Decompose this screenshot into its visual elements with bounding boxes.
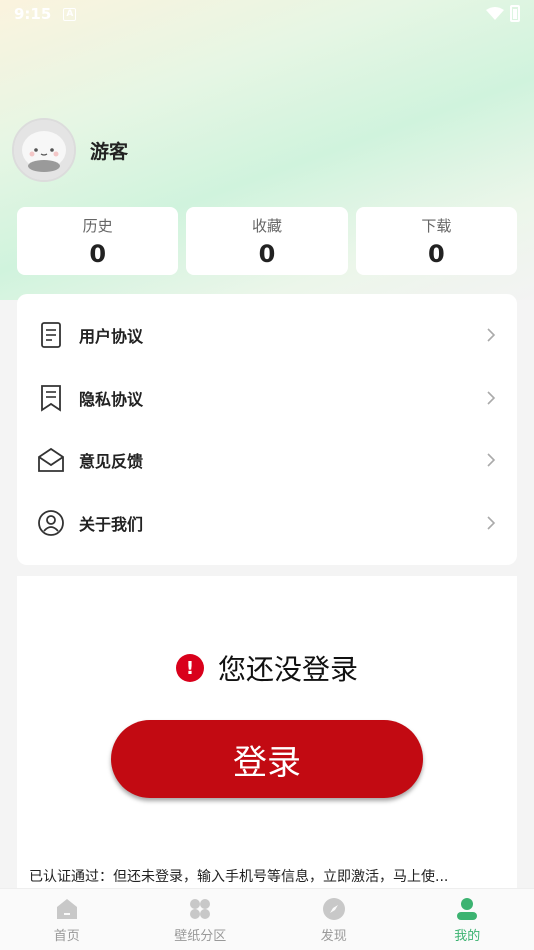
tab-label: 我的 (454, 928, 481, 944)
stat-favorites[interactable]: 收藏 0 (186, 207, 348, 275)
menu-label: 意见反馈 (79, 452, 144, 472)
status-bar: 9:15 A (0, 0, 534, 28)
tab-home[interactable]: 首页 (0, 889, 134, 950)
login-notice: 已认证通过：但还未登录，输入手机号等信息，立即激活，马上使... (29, 869, 449, 885)
menu-card: 用户协议 隐私协议 意见反馈 关于我们 (17, 294, 517, 565)
status-icons (486, 5, 520, 22)
tab-wallpaper-categories[interactable]: 壁纸分区 (134, 889, 268, 950)
login-message: ! 您还没登录 (17, 648, 517, 688)
notification-icon: A (63, 7, 77, 21)
menu-item-privacy-agreement[interactable]: 隐私协议 (17, 367, 517, 430)
user-icon (454, 896, 480, 922)
login-button[interactable]: 登录 (111, 720, 423, 798)
chevron-right-icon (487, 391, 496, 405)
tab-label: 发现 (320, 928, 347, 944)
document-icon (37, 321, 65, 349)
stat-label: 历史 (82, 216, 113, 235)
menu-item-about-us[interactable]: 关于我们 (17, 492, 517, 555)
app-root: 9:15 A 游客 历史 0 收藏 0 下载 0 用户协议 隐私协议 意见反馈 … (0, 0, 534, 950)
avatar-mascot-icon (14, 120, 74, 180)
stat-label: 下载 (421, 216, 452, 235)
stats-row: 历史 0 收藏 0 下载 0 (17, 207, 517, 275)
bottom-tab-bar: 首页 壁纸分区 发现 我的 (0, 888, 534, 950)
chevron-right-icon (487, 328, 496, 342)
menu-label: 用户协议 (79, 327, 144, 347)
chevron-right-icon (487, 453, 496, 467)
stat-value: 0 (258, 239, 276, 268)
stat-value: 0 (89, 239, 107, 268)
stat-downloads[interactable]: 下载 0 (355, 207, 517, 275)
person-circle-icon (37, 509, 65, 537)
login-message-text: 您还没登录 (217, 653, 358, 686)
username[interactable]: 游客 (90, 137, 128, 164)
bookmark-document-icon (37, 384, 65, 412)
tab-label: 壁纸分区 (174, 928, 227, 944)
stat-label: 收藏 (251, 216, 282, 235)
battery-icon (510, 5, 520, 22)
tab-discover[interactable]: 发现 (267, 889, 401, 950)
stat-value: 0 (427, 239, 445, 268)
mail-icon (37, 446, 65, 474)
login-card: ! 您还没登录 登录 已认证通过：但还未登录，输入手机号等信息，立即激活，马上使… (17, 576, 517, 896)
tab-label: 首页 (53, 928, 80, 944)
wifi-icon (486, 6, 504, 20)
home-icon (54, 896, 80, 922)
menu-label: 隐私协议 (79, 389, 144, 409)
status-time: 9:15 (14, 5, 52, 23)
chevron-right-icon (487, 516, 496, 530)
compass-icon (321, 896, 347, 922)
avatar[interactable] (12, 118, 76, 182)
menu-item-feedback[interactable]: 意见反馈 (17, 429, 517, 492)
stat-history[interactable]: 历史 0 (17, 207, 179, 275)
profile-header[interactable]: 游客 (12, 118, 128, 182)
menu-label: 关于我们 (79, 514, 144, 534)
menu-item-user-agreement[interactable]: 用户协议 (17, 304, 517, 367)
warning-icon: ! (175, 654, 204, 682)
grid-icon (187, 896, 213, 922)
tab-mine[interactable]: 我的 (401, 889, 534, 950)
